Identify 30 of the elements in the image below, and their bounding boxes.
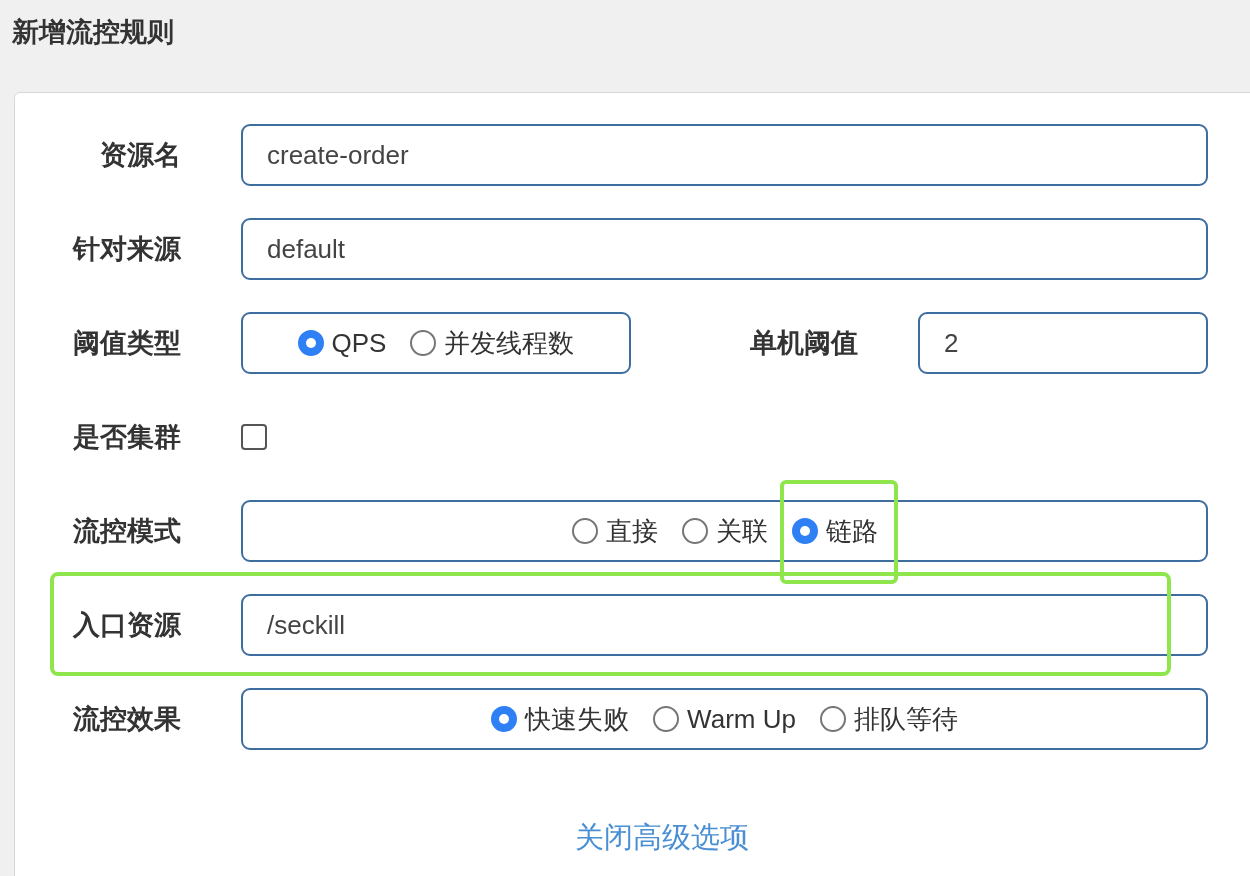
page-title: 新增流控规则 — [12, 17, 174, 47]
radio-label: 并发线程数 — [444, 326, 575, 360]
radio-label: 关联 — [715, 514, 768, 548]
radio-label: Warm Up — [687, 702, 796, 736]
field-label: 是否集群 — [73, 420, 181, 454]
radio-button[interactable] — [491, 706, 518, 732]
radio-label: 直接 — [605, 514, 658, 548]
radio-button[interactable] — [410, 330, 437, 356]
text-field[interactable]: create-order — [241, 124, 1208, 186]
radio-label: QPS — [331, 326, 387, 360]
radio-label: 链路 — [825, 514, 878, 548]
radio-label: 排队等待 — [853, 702, 958, 736]
field-label: 流控模式 — [73, 514, 181, 548]
field-label: 单机阈值 — [750, 326, 858, 360]
radio-button[interactable] — [653, 706, 680, 732]
radio-button[interactable] — [819, 706, 846, 732]
field-label: 入口资源 — [73, 608, 181, 642]
text-field[interactable]: default — [241, 218, 1208, 280]
radio-button[interactable] — [571, 518, 598, 544]
field-label: 阈值类型 — [73, 326, 181, 360]
radio-label: 快速失败 — [525, 702, 630, 736]
threshold-field[interactable]: 2 — [918, 312, 1208, 374]
field-label: 流控效果 — [73, 702, 181, 736]
field-label: 资源名 — [100, 138, 181, 172]
radio-button[interactable] — [791, 518, 818, 544]
radio-button[interactable] — [681, 518, 708, 544]
text-field[interactable]: /seckill — [241, 594, 1208, 656]
field-label: 针对来源 — [73, 232, 181, 266]
radio-button[interactable] — [297, 330, 324, 356]
checkbox[interactable] — [241, 424, 267, 450]
